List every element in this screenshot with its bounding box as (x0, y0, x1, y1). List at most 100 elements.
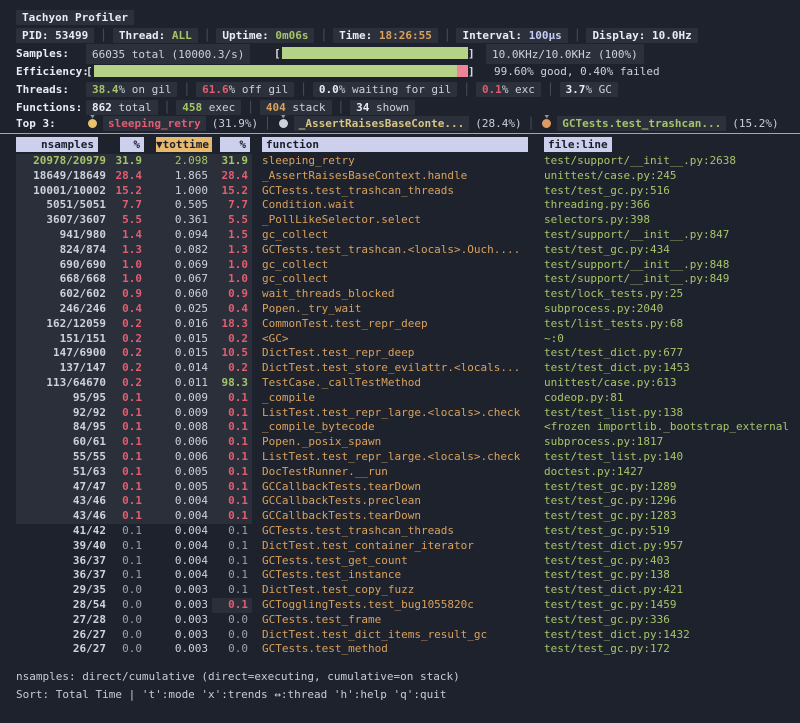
table-row[interactable]: 113/64670 0.2 0.011 98.3 TestCase._callT… (16, 376, 800, 391)
table-row[interactable]: 147/6900 0.2 0.015 10.5 DictTest.test_re… (16, 346, 800, 361)
stat-value: 61.6 (202, 83, 229, 96)
table-row[interactable]: 43/46 0.1 0.004 0.1 GCCallbackTests.prec… (16, 494, 800, 509)
table-row[interactable]: 60/61 0.1 0.006 0.1 Popen._posix_spawn s… (16, 435, 800, 450)
tottime-cell: 0.069 (146, 258, 212, 273)
table-row[interactable]: 92/92 0.1 0.009 0.1 ListTest.test_repr_l… (16, 406, 800, 421)
pct-cumulative-cell: 0.2 (212, 361, 252, 376)
fileline-cell: codeop.py:81 (544, 391, 800, 406)
table-row[interactable]: 26/27 0.0 0.003 0.0 DictTest.test_dict_i… (16, 628, 800, 643)
fileline-cell: subprocess.py:2040 (544, 302, 800, 317)
pct-direct-cell: 1.0 (112, 258, 146, 273)
efficiency-bar-failed (457, 65, 468, 77)
pct-direct-cell: 0.1 (112, 524, 146, 539)
pct-cumulative-cell: 18.3 (212, 317, 252, 332)
table-row[interactable]: 55/55 0.1 0.006 0.1 ListTest.test_repr_l… (16, 450, 800, 465)
fileline-cell: test/test_dict.py:957 (544, 539, 800, 554)
function-cell: GCTests.test_frame (252, 613, 544, 628)
top3-function-name[interactable]: GCTests.test_trashcan... (557, 116, 726, 131)
table-row[interactable]: 39/40 0.1 0.004 0.1 DictTest.test_contai… (16, 539, 800, 554)
pct-cumulative-cell: 0.1 (212, 420, 252, 435)
tottime-cell: 0.067 (146, 272, 212, 287)
fileline-cell: test/test_gc.py:1289 (544, 480, 800, 495)
table-row[interactable]: 51/63 0.1 0.005 0.1 DocTestRunner.__run … (16, 465, 800, 480)
top3-function-name[interactable]: sleeping_retry (103, 116, 206, 131)
top3-function-name[interactable]: _AssertRaisesBaseConte... (294, 116, 470, 131)
table-row[interactable]: 10001/10002 15.2 1.000 15.2 GCTests.test… (16, 184, 800, 199)
table-row[interactable]: 36/37 0.1 0.004 0.1 GCTests.test_get_cou… (16, 554, 800, 569)
pct-direct-cell: 0.2 (112, 317, 146, 332)
pct-direct-cell: 0.1 (112, 554, 146, 569)
function-cell: wait_threads_blocked (252, 287, 544, 302)
function-cell: GCCallbackTests.preclean (252, 494, 544, 509)
fileline-cell: test/list_tests.py:68 (544, 317, 800, 332)
tottime-cell: 1.000 (146, 184, 212, 199)
stat-unit: % waiting for gil (339, 83, 452, 96)
samples-bar (282, 47, 468, 59)
table-row[interactable]: 162/12059 0.2 0.016 18.3 CommonTest.test… (16, 317, 800, 332)
column-header-nsamples[interactable]: nsamples (16, 137, 98, 152)
table-row[interactable]: 18649/18649 28.4 1.865 28.4 _AssertRaise… (16, 169, 800, 184)
table-row[interactable]: 95/95 0.1 0.009 0.1 _compile codeop.py:8… (16, 391, 800, 406)
status-segment: PID: 53499 (16, 28, 94, 43)
pct-cumulative-cell: 15.2 (212, 184, 252, 199)
nsamples-cell: 10001/10002 (16, 184, 112, 199)
table-row[interactable]: 20978/20979 31.9 2.098 31.9 sleeping_ret… (16, 154, 800, 169)
pct-direct-cell: 0.0 (112, 613, 146, 628)
table-row[interactable]: 27/28 0.0 0.003 0.0 GCTests.test_frame t… (16, 613, 800, 628)
table-row[interactable]: 26/27 0.0 0.003 0.0 GCTests.test_method … (16, 642, 800, 657)
function-cell: gc_collect (252, 272, 544, 287)
function-cell: GCCallbackTests.tearDown (252, 480, 544, 495)
silver-medal-icon (279, 119, 288, 128)
nsamples-cell: 27/28 (16, 613, 112, 628)
stat-value: 862 (92, 101, 112, 114)
pct-cumulative-cell: 0.1 (212, 450, 252, 465)
table-row[interactable]: 3607/3607 5.5 0.361 5.5 _PollLikeSelecto… (16, 213, 800, 228)
pct-direct-cell: 5.5 (112, 213, 146, 228)
column-header-pct-direct[interactable]: % (120, 137, 144, 152)
fileline-cell: subprocess.py:1817 (544, 435, 800, 450)
tottime-cell: 0.009 (146, 391, 212, 406)
table-row[interactable]: 941/980 1.4 0.094 1.5 gc_collect test/su… (16, 228, 800, 243)
table-row[interactable]: 84/95 0.1 0.008 0.1 _compile_bytecode <f… (16, 420, 800, 435)
top3-percentage: (28.4%) (475, 117, 521, 130)
table-row[interactable]: 246/246 0.4 0.025 0.4 Popen._try_wait su… (16, 302, 800, 317)
column-header-tottime-sorted[interactable]: ▼tottime (156, 137, 212, 152)
table-row[interactable]: 47/47 0.1 0.005 0.1 GCCallbackTests.tear… (16, 480, 800, 495)
tottime-cell: 0.004 (146, 554, 212, 569)
function-cell: GCTests.test_method (252, 642, 544, 657)
footer-keybinds: Sort: Total Time | 't':mode 'x':trends ↔… (16, 686, 446, 702)
table-row[interactable]: 668/668 1.0 0.067 1.0 gc_collect test/su… (16, 272, 800, 287)
pct-cumulative-cell: 0.1 (212, 494, 252, 509)
column-header-function[interactable]: function (262, 137, 528, 152)
nsamples-cell: 43/46 (16, 494, 112, 509)
segment-separator: │ (204, 29, 211, 42)
pct-cumulative-cell: 1.5 (212, 228, 252, 243)
table-row[interactable]: 690/690 1.0 0.069 1.0 gc_collect test/su… (16, 258, 800, 273)
table-row[interactable]: 43/46 0.1 0.004 0.1 GCCallbackTests.tear… (16, 509, 800, 524)
column-header-pct-cumulative[interactable]: % (220, 137, 250, 152)
footer-legend: nsamples: direct/cumulative (direct=exec… (16, 668, 460, 684)
pct-cumulative-cell: 1.0 (212, 258, 252, 273)
status-segment: Display: 10.0Hz (586, 28, 697, 43)
stat-segment: 34 shown (350, 100, 415, 115)
table-row[interactable]: 824/874 1.3 0.082 1.3 GCTests.test_trash… (16, 243, 800, 258)
threads-segments: 38.4% on gil│61.6% off gil│0.0% waiting … (86, 80, 618, 98)
table-row[interactable]: 137/147 0.2 0.014 0.2 DictTest.test_stor… (16, 361, 800, 376)
pct-cumulative-cell: 0.1 (212, 539, 252, 554)
nsamples-cell: 147/6900 (16, 346, 112, 361)
table-row[interactable]: 29/35 0.0 0.003 0.1 DictTest.test_copy_f… (16, 583, 800, 598)
nsamples-cell: 39/40 (16, 539, 112, 554)
table-row[interactable]: 151/151 0.2 0.015 0.2 <GC> ~:0 (16, 332, 800, 347)
table-row[interactable]: 36/37 0.1 0.004 0.1 GCTests.test_instanc… (16, 568, 800, 583)
nsamples-cell: 941/980 (16, 228, 112, 243)
table-row[interactable]: 602/602 0.9 0.060 0.9 wait_threads_block… (16, 287, 800, 302)
table-row[interactable]: 28/54 0.0 0.003 0.1 GCTogglingTests.test… (16, 598, 800, 613)
nsamples-cell: 36/37 (16, 568, 112, 583)
table-row[interactable]: 5051/5051 7.7 0.505 7.7 Condition.wait t… (16, 198, 800, 213)
fileline-cell: test/lock_tests.py:25 (544, 287, 800, 302)
pct-cumulative-cell: 28.4 (212, 169, 252, 184)
fileline-cell: test/test_gc.py:336 (544, 613, 800, 628)
table-row[interactable]: 41/42 0.1 0.004 0.1 GCTests.test_trashca… (16, 524, 800, 539)
column-header-fileline[interactable]: file:line (544, 137, 612, 152)
fileline-cell: test/test_gc.py:434 (544, 243, 800, 258)
